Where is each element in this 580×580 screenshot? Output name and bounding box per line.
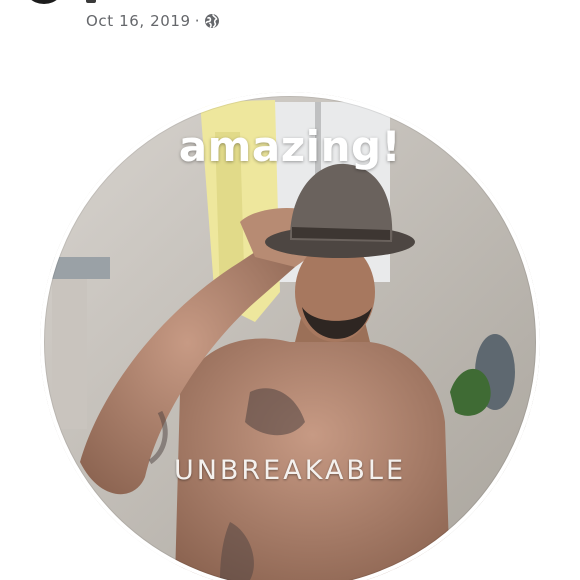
author-name-fragment[interactable] (86, 0, 96, 3)
frame-caption-top: amazing! (178, 122, 402, 171)
post-meta: Oct 16, 2019 · (86, 10, 220, 32)
meta-separator: · (194, 12, 201, 30)
frame-caption-bottom: UNBREAKABLE (173, 455, 407, 486)
post-header: Oct 16, 2019 · (0, 0, 580, 60)
globe-icon[interactable] (204, 13, 220, 29)
avatar[interactable] (22, 0, 66, 4)
post-date[interactable]: Oct 16, 2019 (86, 12, 191, 30)
profile-frame-photo[interactable]: amazing! UNBREAKABLE (40, 92, 540, 580)
